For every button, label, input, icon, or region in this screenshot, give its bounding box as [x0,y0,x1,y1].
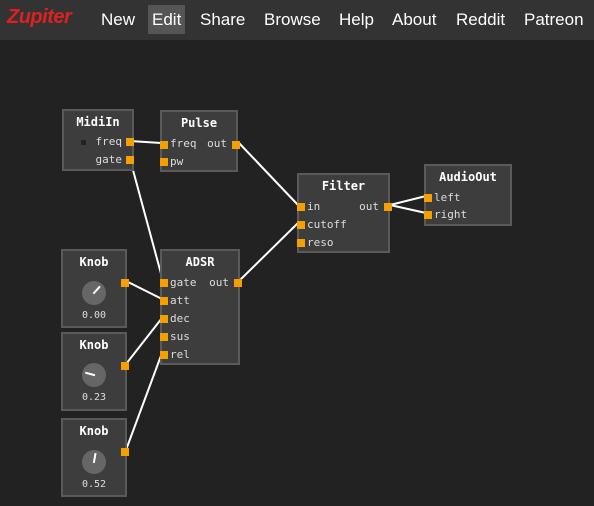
port-out[interactable] [121,448,129,456]
port-label-left: left [434,191,461,204]
port-label-gate: gate [170,276,197,289]
knob-dial[interactable] [82,281,106,305]
wire-pulse-filter [238,142,299,206]
wire-adsr-filter [238,222,299,282]
node-title: Pulse [180,116,218,130]
port-out[interactable] [234,279,242,287]
wire-midi-gate-adsr [129,158,164,282]
knob-value: 0.52 [81,479,107,490]
wire-knob1-att [125,280,163,300]
port-in-right[interactable] [424,211,432,219]
port-in-reso[interactable] [297,239,305,247]
port-out[interactable] [384,203,392,211]
node-audioout[interactable]: AudioOut left right [424,164,512,226]
node-title: Filter [321,179,366,193]
wire-knob3-rel [125,352,163,451]
wire-filter-left [389,195,427,206]
port-label-gate: gate [95,153,123,166]
port-in-left[interactable] [424,194,432,202]
port-label-out: out [209,276,229,289]
port-label-pw: pw [170,155,184,168]
port-in-gate[interactable] [160,279,168,287]
node-midiin[interactable]: MidiIn freq gate [62,109,134,171]
wire-filter-right [389,204,427,214]
node-filter[interactable]: Filter in cutoff reso out [297,173,392,253]
node-knob[interactable]: Knob 0.23 [61,332,129,411]
knob-indicator [85,371,96,377]
port-label-att: att [170,294,190,307]
port-label-in: in [307,200,321,213]
node-knob[interactable]: Knob 0.00 [61,249,129,328]
knob-dial[interactable] [82,363,106,387]
knob-indicator [92,285,101,295]
port-label-freq: freq [95,135,123,148]
port-in-att[interactable] [160,297,168,305]
port-label-cutoff: cutoff [307,218,347,231]
port-in-in[interactable] [297,203,305,211]
port-in-rel[interactable] [160,351,168,359]
port-out-freq[interactable] [126,138,134,146]
port-label-dec: dec [170,312,190,325]
port-label-reso: reso [307,236,334,249]
port-in-sus[interactable] [160,333,168,341]
node-knob[interactable]: Knob 0.52 [61,418,129,497]
port-label-right: right [434,208,468,221]
port-label-sus: sus [170,330,190,343]
node-title: Knob [79,255,109,269]
port-in-freq[interactable] [160,141,168,149]
port-out-gate[interactable] [126,156,134,164]
port-label-out: out [359,200,379,213]
node-adsr[interactable]: ADSR gate att dec sus rel out [160,249,242,365]
knob-indicator [92,452,97,464]
port-label-freq: freq [170,137,197,150]
knob-value: 0.00 [81,310,107,321]
node-title: MidiIn [76,115,120,129]
port-in-pw[interactable] [160,158,168,166]
port-out[interactable] [121,279,129,287]
unused-port-marker [81,140,86,145]
port-in-cutoff[interactable] [297,221,305,229]
port-label-rel: rel [170,348,190,361]
wire-knob2-dec [125,317,163,365]
knob-value: 0.23 [81,392,107,403]
node-title: Knob [79,424,109,438]
port-out[interactable] [232,141,240,149]
node-title: Knob [79,338,109,352]
port-out[interactable] [121,362,129,370]
knob-dial[interactable] [82,450,106,474]
port-in-dec[interactable] [160,315,168,323]
node-title: ADSR [185,255,215,269]
node-title: AudioOut [439,170,497,184]
node-pulse[interactable]: Pulse freq pw out [160,110,240,172]
port-label-out: out [207,137,227,150]
wire-midi-freq-pulse [129,140,162,144]
